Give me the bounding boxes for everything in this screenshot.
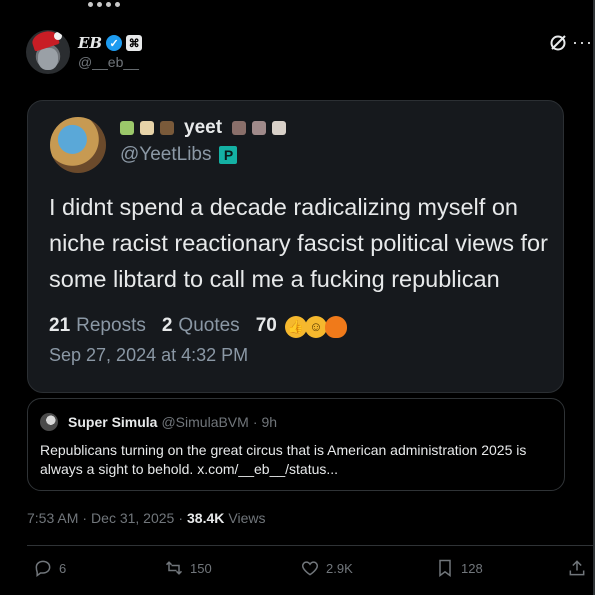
- embedded-avatar: [50, 117, 106, 173]
- affiliation-badge-icon[interactable]: ⌘: [126, 35, 143, 51]
- like-button[interactable]: 2.9K: [300, 558, 353, 578]
- action-bar: 6 150 2.9K 128: [27, 558, 595, 582]
- reply-icon: [35, 560, 51, 577]
- thumbs-up-icon: 👍: [284, 316, 307, 338]
- meta-separator: ·: [82, 510, 88, 526]
- fire-icon: [324, 316, 347, 338]
- quoted-separator: ·: [252, 414, 258, 430]
- repost-button[interactable]: 150: [164, 558, 212, 578]
- bookmark-button[interactable]: 128: [435, 558, 483, 578]
- santa-hat-pom: [54, 32, 62, 40]
- author-avatar[interactable]: [26, 30, 70, 74]
- bookmark-count: 128: [461, 560, 483, 576]
- grok-icon[interactable]: [548, 33, 568, 53]
- verified-badge-icon: ✓: [106, 35, 123, 51]
- bookmark-icon: [439, 559, 451, 577]
- meta-separator-2: ·: [178, 510, 184, 526]
- views-count: 38.4K: [187, 510, 225, 526]
- heart-icon: [301, 561, 319, 576]
- emoji-face-icon: [252, 121, 267, 135]
- post-time[interactable]: 7:53 AM: [27, 510, 78, 526]
- author-name-row[interactable]: EB ✓ ⌘: [78, 34, 143, 52]
- views-label: Views: [228, 510, 266, 526]
- emoji-animal-icon: [272, 121, 287, 135]
- embedded-post-text: I didnt spend a decade radicalizing myse…: [49, 194, 548, 292]
- actions-divider: [27, 545, 595, 546]
- emoji-figure-icon: [160, 121, 174, 135]
- reply-count: 6: [59, 560, 67, 576]
- more-options-icon[interactable]: ···: [572, 32, 593, 53]
- quoted-handle: @SimulaBVM: [161, 414, 249, 430]
- quoted-text: Republicans turning on the great circus …: [40, 442, 527, 477]
- reaction-icons: 👍 ☺: [284, 316, 347, 338]
- quoted-age: 9h: [261, 414, 278, 430]
- embedded-name-row: yeet: [120, 117, 287, 139]
- emoji-map-icon: [120, 121, 134, 135]
- embedded-handle: @YeetLibs: [120, 144, 212, 165]
- quoted-avatar: [40, 413, 58, 431]
- quoted-header: Super Simula @SimulaBVM · 9h: [68, 414, 277, 430]
- cropped-text-fragment: [88, 0, 128, 7]
- share-icon: [569, 560, 585, 576]
- embedded-handle-row: @YeetLibs P: [120, 144, 238, 166]
- repost-icon: [165, 561, 183, 575]
- emoji-creature-icon: [232, 121, 247, 135]
- like-count: 2.9K: [326, 560, 353, 576]
- embedded-likes-count: 70: [255, 315, 277, 336]
- quoted-tweet[interactable]: Super Simula @SimulaBVM · 9h Republicans…: [27, 398, 565, 491]
- share-button[interactable]: [567, 558, 587, 578]
- embedded-post-image[interactable]: yeet @YeetLibs P I didnt spend a decade …: [27, 100, 564, 393]
- previous-post-fragment: [0, 0, 595, 14]
- embedded-date: Sep 27, 2024 at 4:32 PM: [49, 345, 249, 365]
- parler-badge-icon: P: [219, 146, 238, 164]
- avatar-face: [38, 48, 58, 70]
- embedded-quotes-label: Quotes: [178, 315, 240, 336]
- author-handle[interactable]: @__eb__: [78, 54, 139, 70]
- laughing-icon: ☺: [304, 316, 327, 338]
- post-meta: 7:53 AM · Dec 31, 2025 · 38.4K Views: [27, 510, 265, 526]
- embedded-stats: 21 Reposts 2 Quotes 70 👍 ☺: [49, 315, 347, 338]
- embedded-display-name: yeet: [184, 117, 223, 138]
- embedded-quotes-count: 2: [161, 315, 173, 336]
- reply-button[interactable]: 6: [33, 558, 66, 578]
- post-date[interactable]: Dec 31, 2025: [91, 510, 174, 526]
- quoted-display-name: Super Simula: [68, 414, 158, 430]
- author-display-name[interactable]: EB: [78, 34, 102, 52]
- repost-count: 150: [190, 560, 212, 576]
- embedded-reposts-count: 21: [49, 315, 71, 336]
- emoji-statue-icon: [140, 121, 154, 135]
- embedded-reposts-label: Reposts: [76, 315, 146, 336]
